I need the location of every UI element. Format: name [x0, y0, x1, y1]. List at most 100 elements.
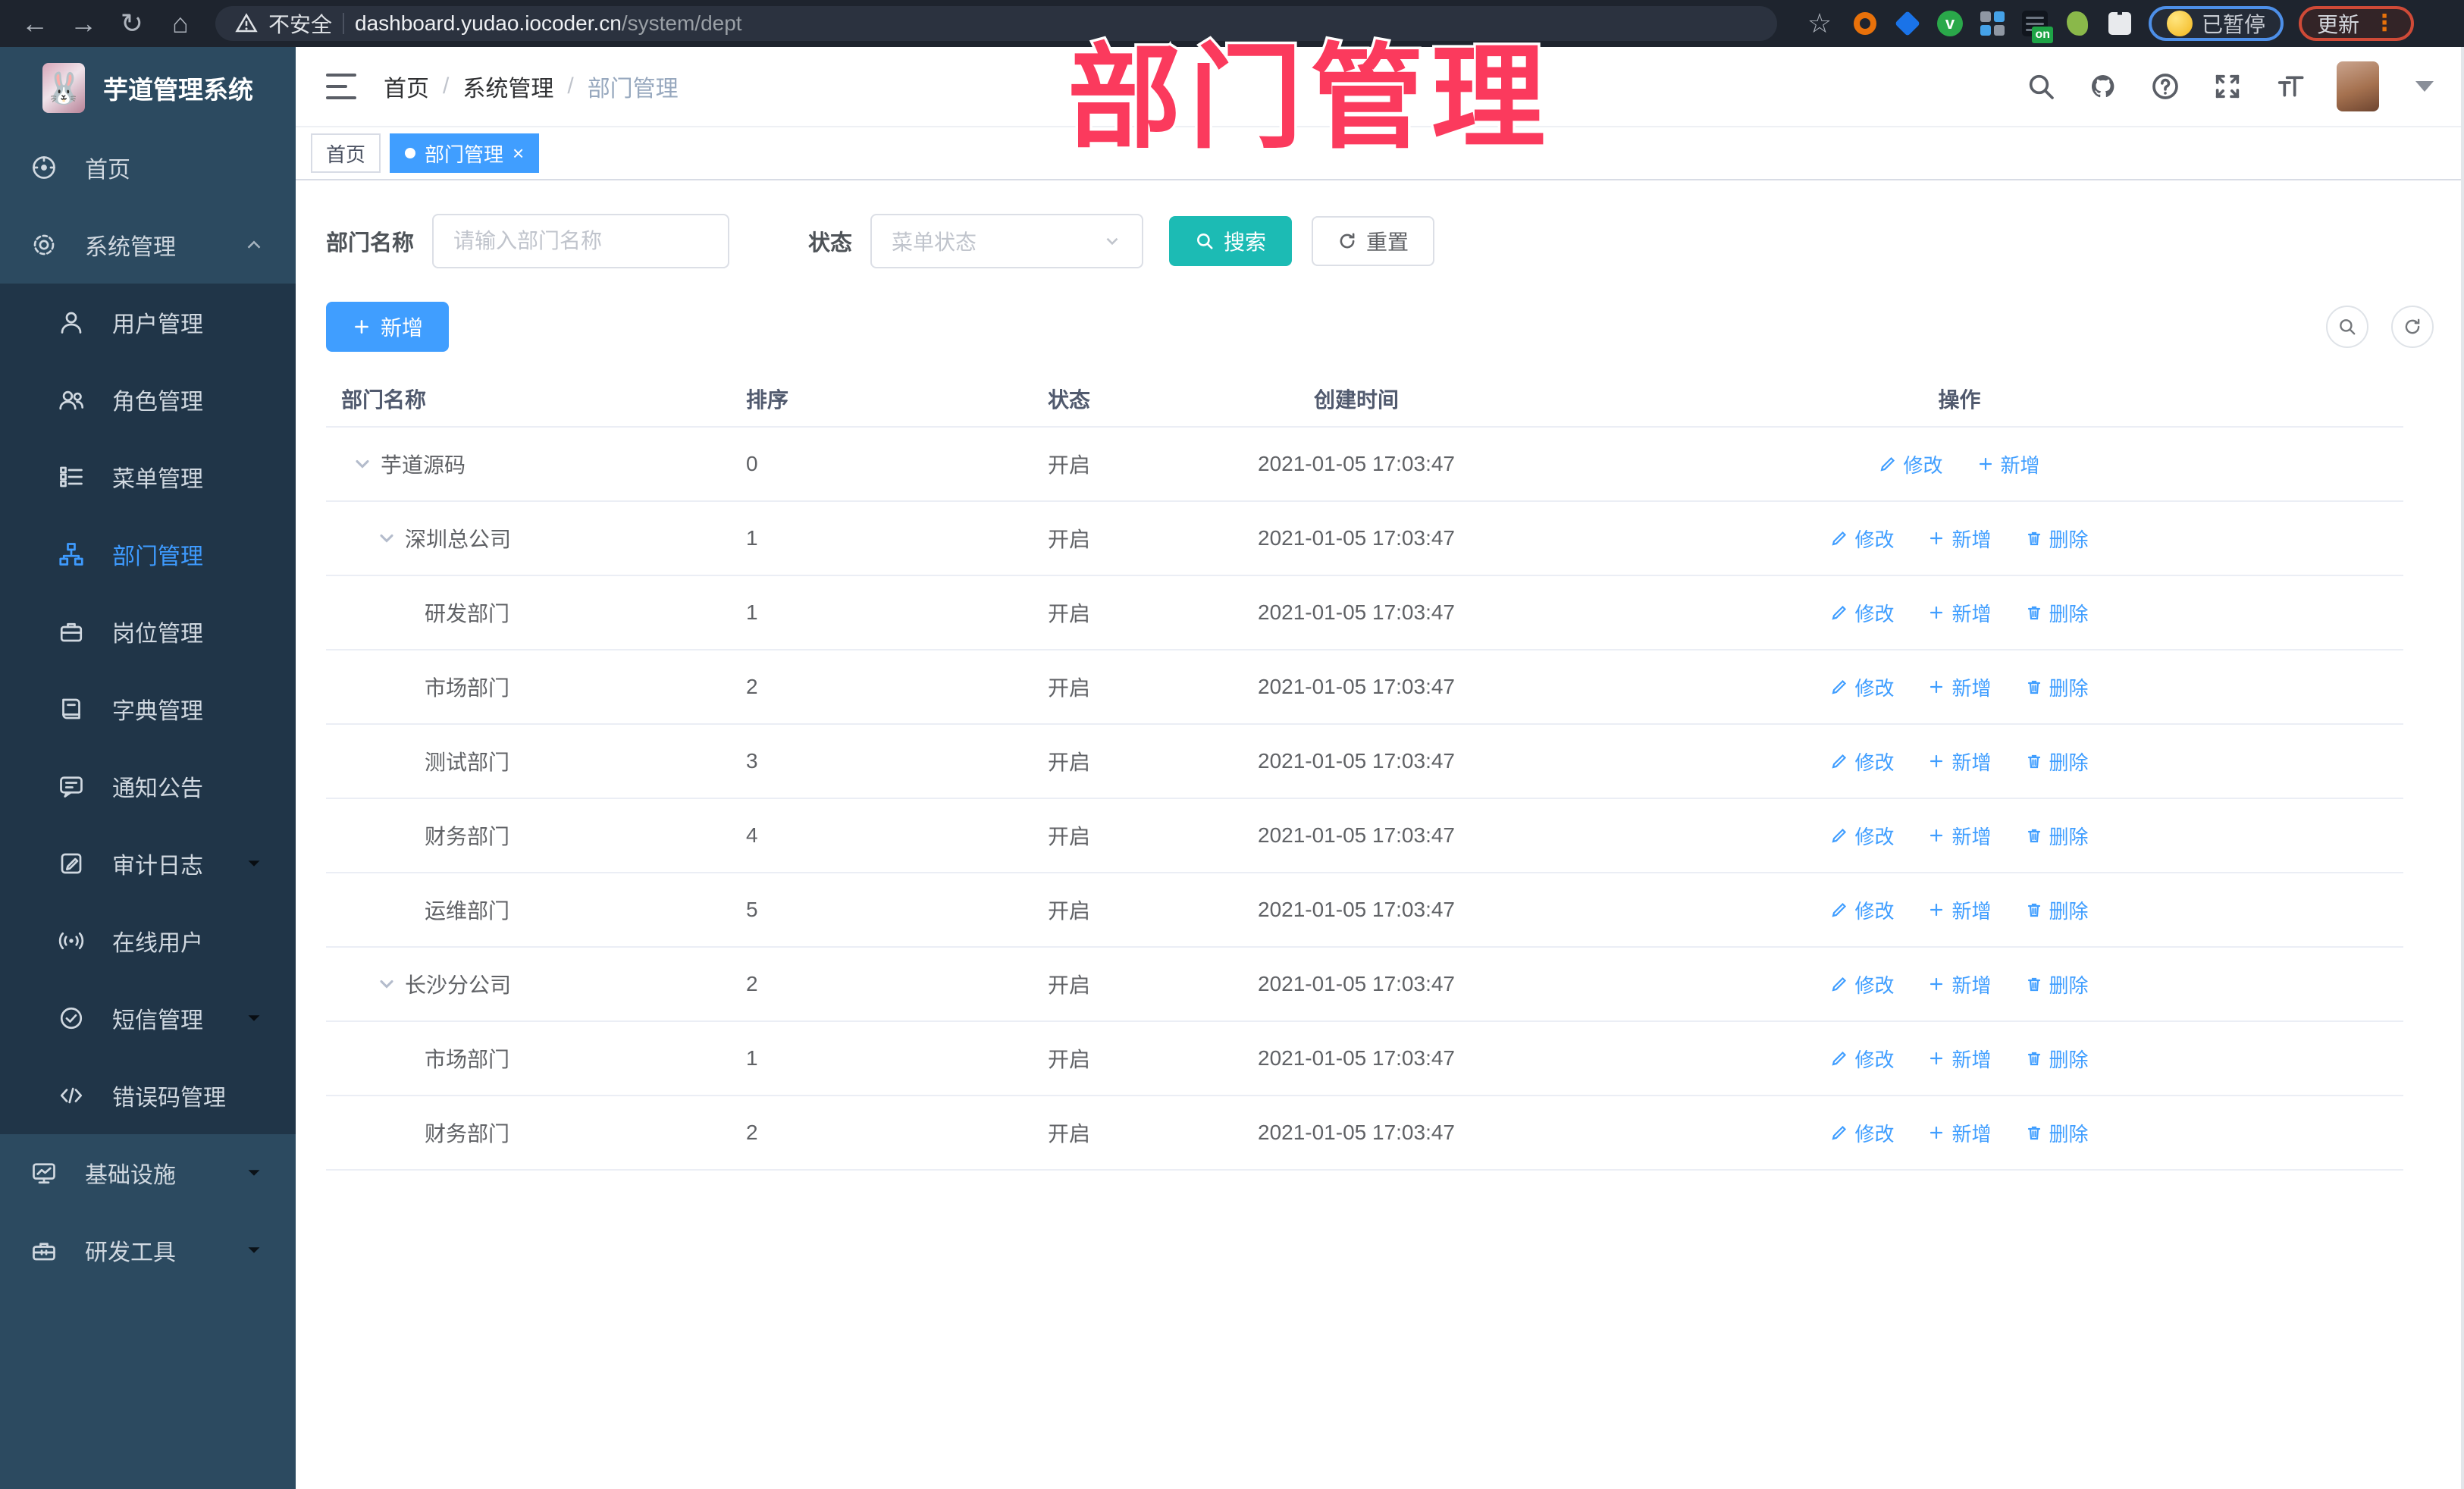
delete-link[interactable]: 删除: [2025, 896, 2089, 924]
sidebar-item-online-users[interactable]: 在线用户: [0, 902, 296, 980]
add-child-link[interactable]: 新增: [1927, 525, 1992, 553]
edit-link[interactable]: 修改: [1830, 599, 1894, 627]
reset-button[interactable]: 重置: [1312, 216, 1435, 266]
edit-link[interactable]: 修改: [1830, 970, 1894, 998]
dept-name: 研发部门: [425, 602, 510, 625]
browser-back-icon[interactable]: ←: [14, 0, 56, 47]
delete-link[interactable]: 删除: [2025, 599, 2089, 627]
sidebar-item-audit-log[interactable]: 审计日志: [0, 825, 296, 902]
edit-link[interactable]: 修改: [1830, 748, 1894, 776]
trash-icon: [2027, 680, 2040, 694]
sidebar-item-dev-tools[interactable]: 研发工具: [0, 1212, 296, 1289]
trash-icon: [2027, 1126, 2040, 1140]
delete-link[interactable]: 删除: [2025, 1045, 2089, 1073]
sidebar-item-label: 用户管理: [112, 312, 203, 337]
help-icon[interactable]: [2150, 71, 2180, 102]
dept-name: 长沙分公司: [405, 973, 512, 997]
dept-sort: 1: [746, 1046, 758, 1070]
add-child-link[interactable]: 新增: [1927, 822, 1992, 850]
extension-orange-ring-icon[interactable]: [1851, 10, 1879, 37]
extension-list-on-icon[interactable]: on: [2021, 10, 2053, 43]
sidebar-item-system[interactable]: 系统管理: [0, 206, 296, 284]
address-bar[interactable]: 不安全 dashboard.yudao.iocoder.cn/system/de…: [215, 6, 1777, 41]
delete-link[interactable]: 删除: [2025, 1119, 2089, 1147]
plus-icon: [1930, 680, 1943, 694]
edit-link[interactable]: 修改: [1830, 896, 1894, 924]
add-button[interactable]: 新增: [326, 302, 450, 352]
sidebar-item-dict[interactable]: 字典管理: [0, 670, 296, 748]
sidebar-item-notice[interactable]: 通知公告: [0, 748, 296, 825]
browser-forward-icon[interactable]: →: [62, 0, 105, 47]
edit-link[interactable]: 修改: [1830, 673, 1894, 701]
delete-link[interactable]: 删除: [2025, 673, 2089, 701]
delete-link[interactable]: 删除: [2025, 748, 2089, 776]
fullscreen-icon[interactable]: [2212, 71, 2243, 102]
sidebar-item-home[interactable]: 首页: [0, 129, 296, 206]
delete-link[interactable]: 删除: [2025, 970, 2089, 998]
expand-chevron-icon[interactable]: [376, 528, 397, 549]
sidebar-item-error-codes[interactable]: 错误码管理: [0, 1057, 296, 1134]
font-size-icon[interactable]: [2274, 71, 2305, 102]
sidebar-collapse-icon[interactable]: [326, 74, 356, 99]
tab-home[interactable]: 首页: [311, 133, 381, 173]
add-child-link[interactable]: 新增: [1927, 1045, 1992, 1073]
avatar-caret-icon[interactable]: [2415, 81, 2434, 92]
dept-name-input[interactable]: [432, 214, 730, 268]
sidebar-item-posts[interactable]: 岗位管理: [0, 593, 296, 670]
tab-dept[interactable]: 部门管理 ×: [390, 133, 540, 173]
breadcrumb-system[interactable]: 系统管理: [462, 70, 553, 103]
add-child-link[interactable]: 新增: [1927, 1119, 1992, 1147]
show-search-button[interactable]: [2326, 306, 2368, 348]
sidebar-item-dept[interactable]: 部门管理: [0, 516, 296, 593]
browser-menu-dots-icon[interactable]: ⋮: [2373, 12, 2396, 35]
extension-grid-icon[interactable]: [1979, 10, 2006, 37]
dept-sort: 2: [746, 972, 758, 995]
github-icon[interactable]: [2088, 71, 2118, 102]
sidebar-item-label: 首页: [85, 158, 130, 183]
tab-close-icon[interactable]: ×: [513, 143, 524, 163]
delete-link[interactable]: 删除: [2025, 525, 2089, 553]
dept-name: 市场部门: [425, 1048, 510, 1071]
add-child-link[interactable]: 新增: [1927, 896, 1992, 924]
breadcrumb-home[interactable]: 首页: [384, 70, 429, 103]
dept-created: 2021-01-05 17:03:47: [1258, 675, 1455, 698]
security-label[interactable]: 不安全: [268, 8, 332, 39]
sidebar-item-roles[interactable]: 角色管理: [0, 361, 296, 438]
user-avatar[interactable]: [2337, 61, 2379, 111]
edit-link[interactable]: 修改: [1830, 1119, 1894, 1147]
sidebar-item-sms[interactable]: 短信管理: [0, 980, 296, 1057]
add-child-link[interactable]: 新增: [1977, 450, 2040, 478]
refresh-table-button[interactable]: [2391, 306, 2434, 348]
delete-link[interactable]: 删除: [2025, 822, 2089, 850]
extension-green-leg-icon[interactable]: [2064, 10, 2091, 37]
profile-paused-badge[interactable]: 已暂停: [2149, 6, 2284, 41]
add-child-link[interactable]: 新增: [1927, 970, 1992, 998]
edit-link[interactable]: 修改: [1830, 525, 1894, 553]
sidebar-item-users[interactable]: 用户管理: [0, 284, 296, 361]
edit-link[interactable]: 修改: [1830, 1045, 1894, 1073]
edit-link[interactable]: 修改: [1879, 450, 1943, 478]
extension-green-check-icon[interactable]: v: [1936, 10, 1964, 37]
search-button[interactable]: 搜索: [1169, 216, 1293, 266]
dept-status: 开启: [1048, 602, 1091, 625]
extension-blue-gem-icon[interactable]: [1894, 10, 1921, 37]
extension-puzzle-icon[interactable]: [2106, 10, 2133, 37]
add-child-link[interactable]: 新增: [1927, 748, 1992, 776]
expand-chevron-icon[interactable]: [376, 973, 397, 995]
plus-icon: [1930, 903, 1943, 917]
scrollbar-track[interactable]: [2461, 47, 2464, 1489]
browser-home-icon[interactable]: ⌂: [159, 0, 202, 47]
add-child-link[interactable]: 新增: [1927, 599, 1992, 627]
sidebar-item-menus[interactable]: 菜单管理: [0, 438, 296, 516]
edit-link[interactable]: 修改: [1830, 822, 1894, 850]
expand-chevron-icon[interactable]: [352, 453, 373, 475]
add-child-link[interactable]: 新增: [1927, 673, 1992, 701]
update-button[interactable]: 更新 ⋮: [2299, 6, 2415, 41]
dept-sort: 4: [746, 823, 758, 847]
bookmark-star-icon[interactable]: ☆: [1803, 0, 1836, 47]
status-select[interactable]: 菜单状态: [870, 214, 1144, 268]
search-icon[interactable]: [2026, 71, 2056, 102]
app-logo[interactable]: 🐰 芋道管理系统: [0, 47, 296, 129]
browser-reload-icon[interactable]: ↻: [111, 0, 153, 47]
sidebar-item-infrastructure[interactable]: 基础设施: [0, 1134, 296, 1212]
